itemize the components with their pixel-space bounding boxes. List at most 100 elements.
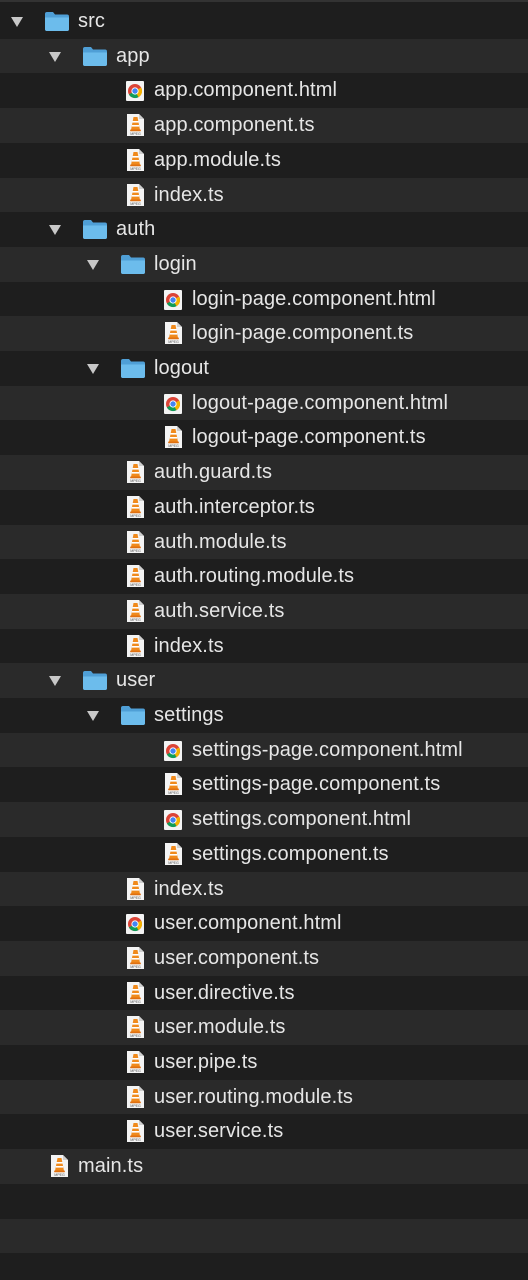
file-row-settings-component-ts[interactable]: MPEG settings.component.ts bbox=[0, 836, 528, 872]
svg-text:MPEG: MPEG bbox=[130, 202, 141, 206]
file-row-auth-guard-ts[interactable]: MPEG auth.guard.ts bbox=[0, 455, 528, 490]
file-row-auth-routing-module-ts[interactable]: MPEG auth.routing.module.ts bbox=[0, 559, 528, 594]
file-row-user-routing-module-ts[interactable]: MPEG user.routing.module.ts bbox=[0, 1079, 528, 1115]
vlc-mpeg-file-icon: MPEG bbox=[124, 1050, 146, 1073]
vlc-mpeg-file-icon: MPEG bbox=[162, 772, 184, 796]
file-row-settings-page-component-html[interactable]: settings-page.component.html bbox=[0, 732, 528, 768]
file-row-user-pipe-ts[interactable]: MPEG user.pipe.ts bbox=[0, 1045, 528, 1080]
svg-text:MPEG: MPEG bbox=[130, 1000, 141, 1004]
file-row-login-page-component-ts[interactable]: MPEG login-page.component.ts bbox=[0, 316, 528, 351]
svg-text:MPEG: MPEG bbox=[130, 965, 141, 969]
chrome-html-file-icon bbox=[162, 809, 184, 831]
file-row-user-directive-ts[interactable]: MPEG user.directive.ts bbox=[0, 975, 528, 1011]
file-row-app-component-ts[interactable]: MPEG app.component.ts bbox=[0, 108, 528, 143]
file-row-user-component-ts[interactable]: MPEG user.component.ts bbox=[0, 940, 528, 976]
folder-icon bbox=[82, 218, 107, 240]
file-name: user.component.html bbox=[154, 912, 342, 935]
file-name: app.component.html bbox=[154, 79, 338, 102]
folder-icon bbox=[120, 253, 145, 275]
svg-text:MPEG: MPEG bbox=[130, 896, 141, 900]
svg-text:MPEG: MPEG bbox=[130, 1139, 141, 1143]
disclosure-triangle-expanded-icon[interactable] bbox=[48, 675, 62, 687]
empty-row bbox=[0, 1218, 528, 1254]
file-row-settings-page-component-ts[interactable]: MPEG settings-page.component.ts bbox=[0, 767, 528, 803]
svg-text:MPEG: MPEG bbox=[54, 1173, 65, 1177]
file-name: user.service.ts bbox=[154, 1120, 284, 1143]
file-row-user-service-ts[interactable]: MPEG user.service.ts bbox=[0, 1114, 528, 1150]
vlc-mpeg-file-icon: MPEG bbox=[162, 321, 184, 344]
file-row-auth-interceptor-ts[interactable]: MPEG auth.interceptor.ts bbox=[0, 489, 528, 525]
file-row-user-component-html[interactable]: user.component.html bbox=[0, 906, 528, 941]
file-name: main.ts bbox=[78, 1155, 144, 1178]
file-name: app.component.ts bbox=[154, 114, 315, 137]
file-name: auth.service.ts bbox=[154, 599, 285, 622]
folder-name: settings bbox=[154, 704, 224, 726]
file-row-auth-service-ts[interactable]: MPEG auth.service.ts bbox=[0, 593, 528, 629]
folder-row-login[interactable]: login bbox=[0, 246, 528, 282]
vlc-mpeg-file-icon: MPEG bbox=[124, 530, 146, 553]
vlc-mpeg-file-icon: MPEG bbox=[124, 148, 146, 171]
file-name: settings.component.html bbox=[192, 808, 412, 831]
file-row-settings-component-html[interactable]: settings.component.html bbox=[0, 802, 528, 837]
file-name: user.directive.ts bbox=[154, 981, 295, 1004]
svg-text:MPEG: MPEG bbox=[130, 132, 141, 136]
file-name: logout-page.component.html bbox=[192, 391, 449, 414]
file-row-index-ts[interactable]: MPEG index.ts bbox=[0, 177, 528, 213]
file-row-app-module-ts[interactable]: MPEG app.module.ts bbox=[0, 142, 528, 178]
file-row-main-ts[interactable]: MPEG main.ts bbox=[0, 1149, 528, 1184]
disclosure-triangle-expanded-icon[interactable] bbox=[86, 259, 100, 271]
vlc-mpeg-file-icon: MPEG bbox=[162, 425, 184, 449]
file-row-index-ts[interactable]: MPEG index.ts bbox=[0, 628, 528, 664]
file-row-index-ts[interactable]: MPEG index.ts bbox=[0, 871, 528, 907]
file-row-login-page-component-html[interactable]: login-page.component.html bbox=[0, 281, 528, 317]
folder-row-settings[interactable]: settings bbox=[0, 698, 528, 733]
disclosure-triangle-expanded-icon[interactable] bbox=[86, 710, 100, 722]
chrome-html-file-icon bbox=[162, 393, 184, 415]
svg-text:MPEG: MPEG bbox=[130, 583, 141, 587]
vlc-mpeg-file-icon: MPEG bbox=[124, 877, 146, 900]
disclosure-triangle-expanded-icon[interactable] bbox=[48, 51, 62, 63]
folder-name: app bbox=[116, 44, 150, 67]
file-name: login-page.component.ts bbox=[192, 322, 414, 345]
file-row-logout-page-component-html[interactable]: logout-page.component.html bbox=[0, 385, 528, 421]
vlc-mpeg-file-icon: MPEG bbox=[48, 1154, 70, 1177]
file-name: auth.module.ts bbox=[154, 530, 287, 553]
folder-icon bbox=[82, 669, 107, 691]
file-row-user-module-ts[interactable]: MPEG user.module.ts bbox=[0, 1010, 528, 1045]
svg-text:MPEG: MPEG bbox=[168, 792, 179, 796]
svg-text:MPEG: MPEG bbox=[130, 167, 141, 171]
chrome-html-file-icon bbox=[162, 289, 184, 311]
file-name: settings-page.component.html bbox=[192, 738, 463, 761]
file-row-logout-page-component-ts[interactable]: MPEG logout-page.component.ts bbox=[0, 420, 528, 456]
disclosure-triangle-expanded-icon[interactable] bbox=[86, 363, 100, 375]
folder-name: auth bbox=[116, 218, 156, 241]
folder-row-user[interactable]: user bbox=[0, 663, 528, 698]
folder-name: user bbox=[116, 669, 156, 692]
chrome-html-file-icon bbox=[162, 740, 184, 762]
folder-name: login bbox=[154, 252, 197, 275]
vlc-mpeg-file-icon: MPEG bbox=[124, 495, 146, 518]
svg-text:MPEG: MPEG bbox=[130, 479, 141, 483]
file-row-auth-module-ts[interactable]: MPEG auth.module.ts bbox=[0, 524, 528, 560]
file-name: user.pipe.ts bbox=[154, 1051, 258, 1073]
file-name: app.module.ts bbox=[154, 148, 281, 171]
folder-icon bbox=[120, 357, 145, 379]
svg-text:MPEG: MPEG bbox=[168, 861, 179, 865]
folder-row-app[interactable]: app bbox=[0, 38, 528, 74]
file-row-app-component-html[interactable]: app.component.html bbox=[0, 73, 528, 109]
vlc-mpeg-file-icon: MPEG bbox=[124, 634, 146, 657]
svg-text:MPEG: MPEG bbox=[130, 1034, 141, 1038]
folder-name: src bbox=[78, 10, 105, 32]
folder-row-logout[interactable]: logout bbox=[0, 351, 528, 386]
file-tree: src app app.component.html MPEG app.componen… bbox=[0, 0, 528, 1280]
folder-icon bbox=[44, 10, 69, 32]
file-name: index.ts bbox=[154, 183, 224, 206]
file-name: user.routing.module.ts bbox=[154, 1085, 353, 1108]
file-name: index.ts bbox=[154, 634, 224, 657]
disclosure-triangle-expanded-icon[interactable] bbox=[10, 16, 24, 28]
folder-row-auth[interactable]: auth bbox=[0, 212, 528, 247]
disclosure-triangle-expanded-icon[interactable] bbox=[48, 224, 62, 236]
chrome-html-file-icon bbox=[124, 913, 146, 935]
vlc-mpeg-file-icon: MPEG bbox=[124, 1119, 146, 1143]
folder-row-src[interactable]: src bbox=[0, 4, 528, 39]
